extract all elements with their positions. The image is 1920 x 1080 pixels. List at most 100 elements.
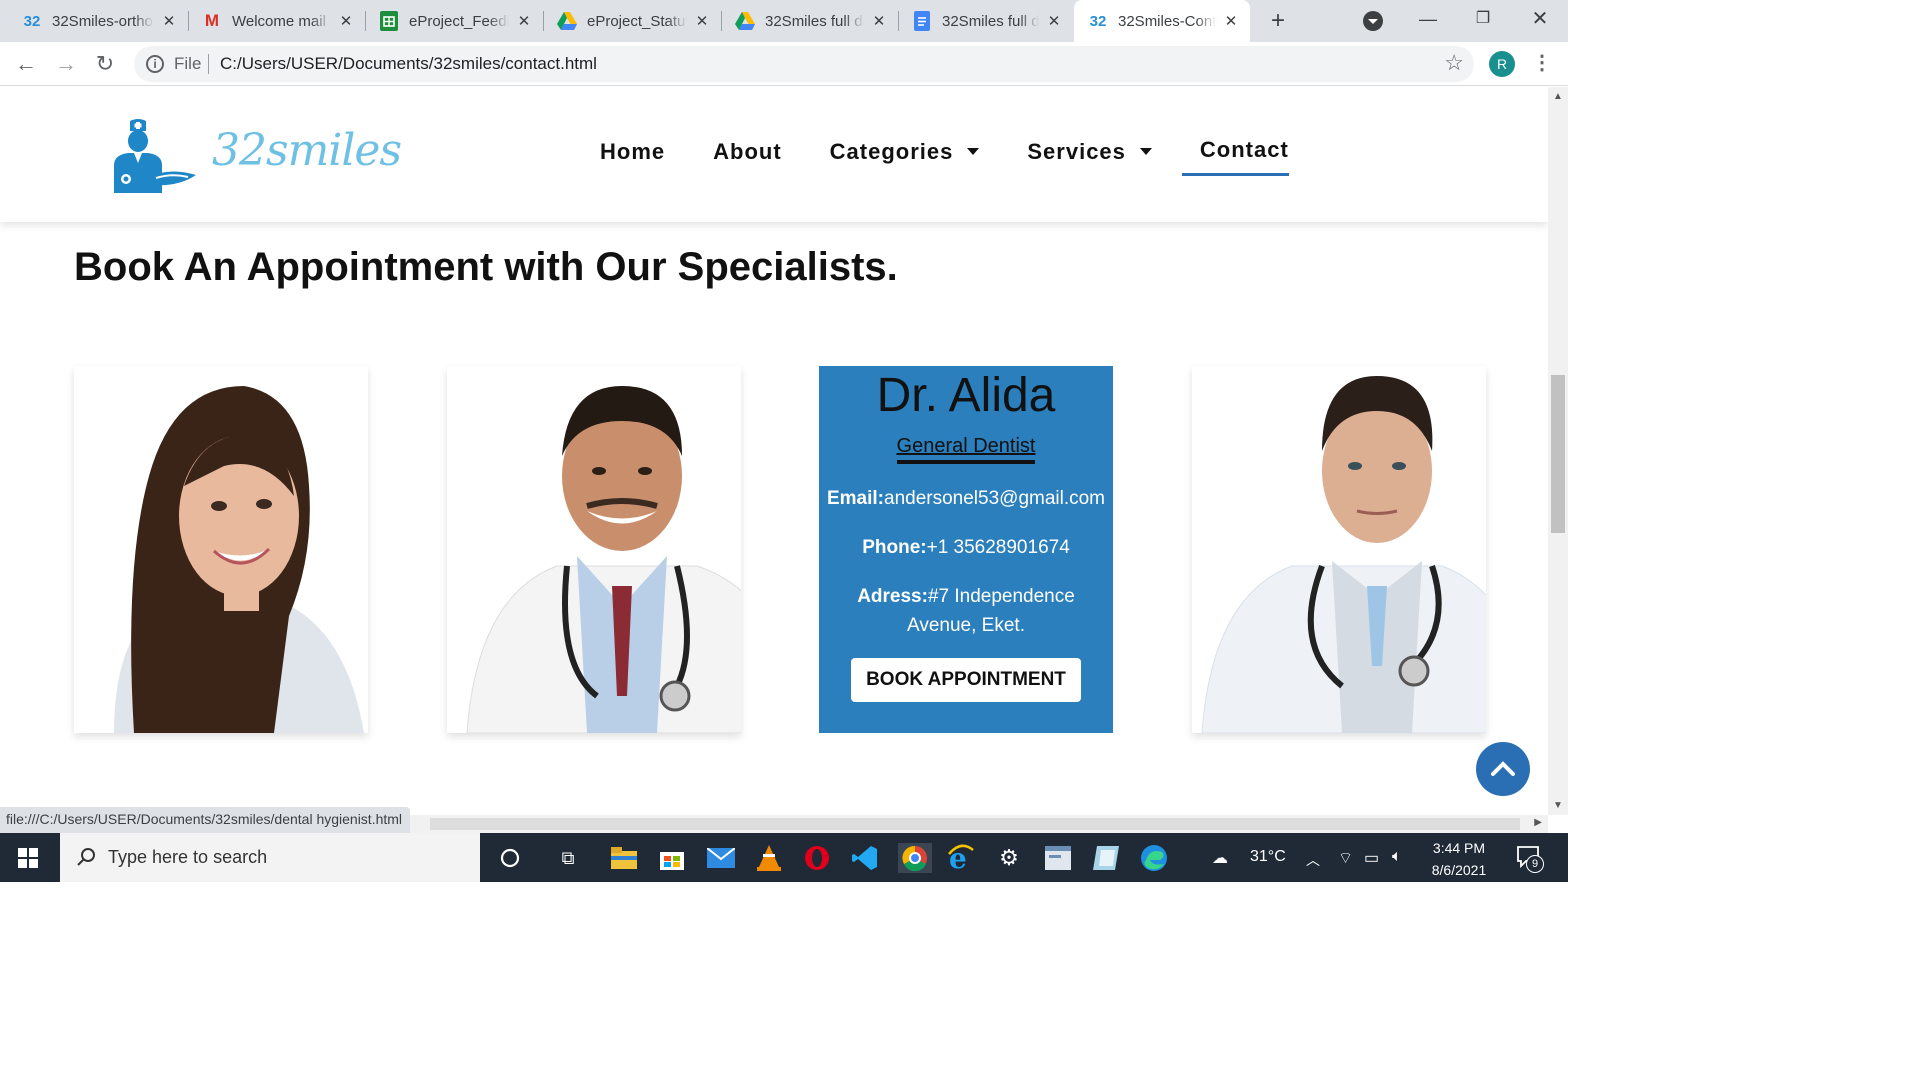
close-tab-icon[interactable]: ✕ bbox=[693, 12, 711, 30]
windows-taskbar: Type here to search ⧉ e ⚙ ☁ 31°C ︿ ⌔ ▭ 🔈… bbox=[0, 833, 1568, 882]
female-doctor-photo bbox=[74, 366, 368, 733]
doctor-name: Dr. Alida bbox=[876, 369, 1056, 422]
restore-icon[interactable]: ❐ bbox=[1468, 6, 1498, 36]
clock-date: 8/6/2021 bbox=[1431, 862, 1487, 878]
close-tab-icon[interactable]: ✕ bbox=[515, 12, 533, 30]
dentist-logo-icon[interactable] bbox=[108, 117, 200, 193]
close-tab-icon[interactable]: ✕ bbox=[337, 12, 355, 30]
weather-temperature[interactable]: 31°C bbox=[1250, 848, 1286, 866]
info-icon[interactable]: i bbox=[146, 55, 164, 73]
file-explorer-icon[interactable] bbox=[609, 843, 639, 873]
forward-arrow-icon[interactable]: → bbox=[52, 50, 80, 78]
nav-label: Services bbox=[1027, 138, 1126, 164]
browser-tab[interactable]: 32Smiles full description ✕ bbox=[721, 0, 898, 42]
browser-tab[interactable]: M Welcome mail ✕ bbox=[188, 0, 365, 42]
nav-contact[interactable]: Contact bbox=[1181, 137, 1289, 176]
browser-tab[interactable]: eProject_Status ✕ bbox=[543, 0, 721, 42]
doctor-card-photo[interactable] bbox=[447, 366, 741, 733]
edge-icon[interactable] bbox=[1139, 843, 1169, 873]
site-header: 32smiles Home About Categories Services … bbox=[0, 87, 1548, 222]
tab-search-icon[interactable] bbox=[1363, 11, 1383, 31]
site-favicon-icon: 32 bbox=[23, 12, 41, 30]
taskbar-search[interactable]: Type here to search bbox=[60, 833, 480, 882]
chevron-up-icon[interactable]: ︿ bbox=[1306, 850, 1320, 870]
scrollbar-thumb[interactable] bbox=[1551, 375, 1565, 533]
settings-gear-icon[interactable]: ⚙ bbox=[994, 843, 1024, 873]
nav-label: Contact bbox=[1199, 137, 1289, 162]
browser-tab[interactable]: 32 32Smiles-orthodontist ✕ bbox=[0, 0, 188, 42]
doctor-card-photo[interactable] bbox=[74, 366, 368, 733]
bookmark-star-icon[interactable]: ☆ bbox=[1444, 50, 1464, 76]
vertical-scrollbar[interactable]: ▲ ▼ bbox=[1548, 87, 1568, 815]
nav-about[interactable]: About bbox=[713, 137, 782, 176]
tab-title: 32Smiles-orthodontist bbox=[52, 12, 154, 30]
vscode-icon[interactable] bbox=[850, 843, 880, 873]
reload-icon[interactable]: ↻ bbox=[91, 50, 119, 78]
app-window-icon[interactable] bbox=[1043, 843, 1073, 873]
battery-icon[interactable]: ▭ bbox=[1364, 848, 1379, 868]
minimize-icon[interactable]: — bbox=[1413, 6, 1443, 36]
browser-tab[interactable]: eProject_Feedback ✕ bbox=[365, 0, 543, 42]
close-tab-icon[interactable]: ✕ bbox=[1045, 12, 1063, 30]
taskbar-clock[interactable]: 3:44 PM 8/6/2021 bbox=[1424, 837, 1494, 881]
mail-icon[interactable] bbox=[706, 843, 736, 873]
internet-explorer-icon[interactable]: e bbox=[946, 843, 976, 873]
book-appointment-button[interactable]: BOOK APPOINTMENT bbox=[851, 658, 1081, 702]
wifi-icon[interactable]: ⌔ bbox=[1338, 848, 1353, 868]
browser-menu-icon[interactable]: ⋮ bbox=[1532, 50, 1552, 75]
scroll-to-top-button[interactable] bbox=[1476, 742, 1530, 796]
windows-start-icon[interactable] bbox=[18, 848, 38, 868]
address-bar[interactable]: i File C:/Users/USER/Documents/32smiles/… bbox=[134, 46, 1474, 82]
opera-icon[interactable] bbox=[802, 843, 832, 873]
tab-title: eProject_Status bbox=[587, 12, 687, 30]
doctor-role-link[interactable]: General Dentist bbox=[896, 435, 1036, 464]
logo-text[interactable]: 32smiles bbox=[212, 125, 402, 176]
nav-home[interactable]: Home bbox=[600, 137, 665, 176]
browser-tab[interactable]: 32Smiles full description ✕ bbox=[898, 0, 1073, 42]
email-value: andersonel53@gmail.com bbox=[884, 488, 1106, 509]
doctor-phone: Phone:+1 35628901674 bbox=[819, 533, 1113, 562]
chrome-icon[interactable] bbox=[898, 843, 932, 873]
status-bar-url: file:///C:/Users/USER/Documents/32smiles… bbox=[0, 807, 411, 833]
tab-title: 32Smiles full description bbox=[765, 12, 864, 30]
tab-title: 32Smiles full description bbox=[942, 12, 1039, 30]
close-tab-icon[interactable]: ✕ bbox=[870, 12, 888, 30]
url-text[interactable]: C:/Users/USER/Documents/32smiles/contact… bbox=[220, 54, 597, 74]
browser-tab-active[interactable]: 32 32Smiles-Contact ✕ bbox=[1074, 0, 1250, 42]
drive-icon bbox=[735, 11, 755, 31]
notification-center-icon[interactable]: 9 bbox=[1516, 845, 1544, 874]
close-tab-icon[interactable]: ✕ bbox=[1222, 12, 1240, 30]
scroll-up-arrow-icon[interactable]: ▲ bbox=[1553, 91, 1563, 102]
weather-cloud-icon[interactable]: ☁ bbox=[1212, 848, 1228, 868]
back-arrow-icon[interactable]: ← bbox=[12, 50, 40, 78]
address-value: #7 Independence Avenue, Eket. bbox=[907, 586, 1075, 636]
search-icon bbox=[77, 848, 95, 866]
caret-down-icon bbox=[967, 148, 980, 155]
volume-icon[interactable]: 🔈︎ bbox=[1392, 848, 1402, 866]
main-nav: Home About Categories Services Contact bbox=[600, 137, 1337, 176]
close-window-icon[interactable]: ✕ bbox=[1525, 6, 1555, 36]
doctor-card-photo[interactable] bbox=[1192, 366, 1486, 733]
store-icon[interactable] bbox=[657, 843, 687, 873]
phone-label: Phone: bbox=[862, 537, 927, 558]
scroll-down-arrow-icon[interactable]: ▼ bbox=[1553, 800, 1563, 811]
close-tab-icon[interactable]: ✕ bbox=[160, 12, 178, 30]
chevron-up-icon bbox=[1491, 761, 1515, 776]
notes-app-icon[interactable] bbox=[1091, 843, 1121, 873]
scrollbar-thumb[interactable] bbox=[430, 818, 1520, 830]
cortana-icon[interactable] bbox=[495, 843, 525, 873]
clock-time: 3:44 PM bbox=[1432, 840, 1486, 856]
nav-categories[interactable]: Categories bbox=[830, 137, 980, 176]
address-label: Adress: bbox=[857, 586, 928, 607]
phone-value: +1 35628901674 bbox=[926, 537, 1070, 558]
page-title: Book An Appointment with Our Specialists… bbox=[74, 245, 898, 289]
new-tab-button[interactable]: + bbox=[1265, 6, 1291, 36]
site-favicon-icon: 32 bbox=[1089, 12, 1107, 30]
nav-services[interactable]: Services bbox=[1027, 137, 1152, 176]
profile-avatar[interactable]: R bbox=[1489, 51, 1515, 77]
notification-count-badge: 9 bbox=[1526, 855, 1544, 873]
docs-icon bbox=[912, 11, 932, 31]
scroll-right-arrow-icon[interactable]: ▶ bbox=[1534, 817, 1542, 828]
vlc-icon[interactable] bbox=[754, 843, 784, 873]
task-view-icon[interactable]: ⧉ bbox=[553, 843, 583, 873]
